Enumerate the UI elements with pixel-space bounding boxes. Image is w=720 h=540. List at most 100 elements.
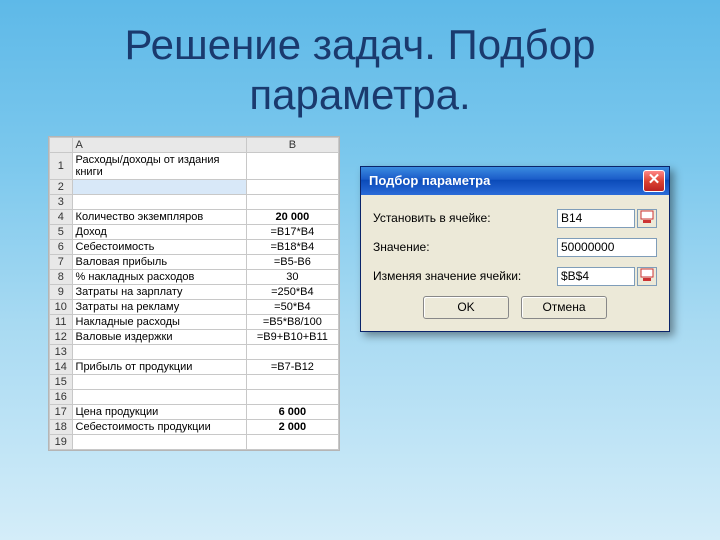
cell-a[interactable] bbox=[72, 344, 246, 359]
cell-b[interactable]: =B5-B6 bbox=[246, 254, 338, 269]
table-row: 5Доход=B17*B4 bbox=[50, 224, 339, 239]
row-header[interactable]: 3 bbox=[50, 194, 73, 209]
table-row: 3 bbox=[50, 194, 339, 209]
cell-b[interactable] bbox=[246, 194, 338, 209]
cell-a[interactable]: % накладных расходов bbox=[72, 269, 246, 284]
cell-a[interactable]: Цена продукции bbox=[72, 404, 246, 419]
cell-b[interactable] bbox=[246, 152, 338, 179]
cell-a[interactable]: Доход bbox=[72, 224, 246, 239]
content-area: A B 1Расходы/доходы от издания книги234К… bbox=[0, 136, 720, 536]
row-header[interactable]: 12 bbox=[50, 329, 73, 344]
cell-b[interactable] bbox=[246, 434, 338, 449]
spreadsheet: A B 1Расходы/доходы от издания книги234К… bbox=[48, 136, 340, 451]
table-row: 10Затраты на рекламу=50*B4 bbox=[50, 299, 339, 314]
goal-seek-dialog: Подбор параметра ✕ Установить в ячейке: … bbox=[360, 166, 670, 332]
table-row: 2 bbox=[50, 179, 339, 194]
cell-b[interactable] bbox=[246, 179, 338, 194]
cell-b[interactable]: 2 000 bbox=[246, 419, 338, 434]
table-row: 12Валовые издержки=B9+B10+B11 bbox=[50, 329, 339, 344]
cell-a[interactable]: Накладные расходы bbox=[72, 314, 246, 329]
refpicker-set-cell[interactable] bbox=[637, 209, 657, 228]
row-header[interactable]: 19 bbox=[50, 434, 73, 449]
table-row: 9Затраты на зарплату=250*B4 bbox=[50, 284, 339, 299]
row-header[interactable]: 4 bbox=[50, 209, 73, 224]
row-header[interactable]: 5 bbox=[50, 224, 73, 239]
cell-b[interactable] bbox=[246, 389, 338, 404]
cell-b[interactable]: =50*B4 bbox=[246, 299, 338, 314]
table-row: 13 bbox=[50, 344, 339, 359]
table-row: 19 bbox=[50, 434, 339, 449]
row-header[interactable]: 17 bbox=[50, 404, 73, 419]
spreadsheet-table: A B 1Расходы/доходы от издания книги234К… bbox=[49, 137, 339, 450]
row-header[interactable]: 1 bbox=[50, 152, 73, 179]
cell-a[interactable] bbox=[72, 389, 246, 404]
corner-cell[interactable] bbox=[50, 137, 73, 152]
table-row: 16 bbox=[50, 389, 339, 404]
input-value[interactable] bbox=[557, 238, 657, 257]
ok-button[interactable]: OK bbox=[423, 296, 509, 319]
cell-a[interactable]: Прибыль от продукции bbox=[72, 359, 246, 374]
table-row: 1Расходы/доходы от издания книги bbox=[50, 152, 339, 179]
table-row: 6Себестоимость=B18*B4 bbox=[50, 239, 339, 254]
row-header[interactable]: 6 bbox=[50, 239, 73, 254]
row-header[interactable]: 10 bbox=[50, 299, 73, 314]
cell-a[interactable]: Валовые издержки bbox=[72, 329, 246, 344]
dialog-titlebar[interactable]: Подбор параметра ✕ bbox=[361, 167, 669, 195]
label-set-cell: Установить в ячейке: bbox=[373, 211, 557, 225]
cell-a[interactable]: Затраты на зарплату bbox=[72, 284, 246, 299]
row-header[interactable]: 8 bbox=[50, 269, 73, 284]
cell-a[interactable] bbox=[72, 179, 246, 194]
cell-b[interactable]: 20 000 bbox=[246, 209, 338, 224]
row-set-cell: Установить в ячейке: bbox=[373, 209, 657, 228]
row-header[interactable]: 9 bbox=[50, 284, 73, 299]
row-header[interactable]: 7 bbox=[50, 254, 73, 269]
cell-a[interactable]: Количество экземпляров bbox=[72, 209, 246, 224]
row-header[interactable]: 14 bbox=[50, 359, 73, 374]
col-header-a[interactable]: A bbox=[72, 137, 246, 152]
table-row: 7Валовая прибыль=B5-B6 bbox=[50, 254, 339, 269]
row-header[interactable]: 15 bbox=[50, 374, 73, 389]
cell-b[interactable] bbox=[246, 374, 338, 389]
table-row: 11Накладные расходы=B5*B8/100 bbox=[50, 314, 339, 329]
cell-a[interactable] bbox=[72, 434, 246, 449]
table-row: 4Количество экземпляров20 000 bbox=[50, 209, 339, 224]
cell-b[interactable] bbox=[246, 344, 338, 359]
cell-a[interactable]: Валовая прибыль bbox=[72, 254, 246, 269]
collapse-dialog-icon bbox=[640, 210, 654, 227]
row-change-cell: Изменяя значение ячейки: bbox=[373, 267, 657, 286]
cell-b[interactable]: =B9+B10+B11 bbox=[246, 329, 338, 344]
label-change-cell: Изменяя значение ячейки: bbox=[373, 269, 557, 283]
cell-a[interactable]: Расходы/доходы от издания книги bbox=[72, 152, 246, 179]
cell-b[interactable]: =B5*B8/100 bbox=[246, 314, 338, 329]
cancel-button[interactable]: Отмена bbox=[521, 296, 607, 319]
cell-a[interactable]: Себестоимость bbox=[72, 239, 246, 254]
col-header-b[interactable]: B bbox=[246, 137, 338, 152]
cell-b[interactable]: =B17*B4 bbox=[246, 224, 338, 239]
dialog-title: Подбор параметра bbox=[369, 173, 643, 188]
close-button[interactable]: ✕ bbox=[643, 170, 665, 192]
row-header[interactable]: 13 bbox=[50, 344, 73, 359]
cell-b[interactable]: =B7-B12 bbox=[246, 359, 338, 374]
cell-a[interactable] bbox=[72, 194, 246, 209]
input-set-cell[interactable] bbox=[557, 209, 635, 228]
slide-title: Решение задач. Подбор параметра. bbox=[0, 0, 720, 136]
cell-b[interactable]: 6 000 bbox=[246, 404, 338, 419]
refpicker-change-cell[interactable] bbox=[637, 267, 657, 286]
row-header[interactable]: 11 bbox=[50, 314, 73, 329]
row-header[interactable]: 2 bbox=[50, 179, 73, 194]
cell-a[interactable]: Затраты на рекламу bbox=[72, 299, 246, 314]
table-row: 14Прибыль от продукции=B7-B12 bbox=[50, 359, 339, 374]
row-header[interactable]: 16 bbox=[50, 389, 73, 404]
cell-b[interactable]: =B18*B4 bbox=[246, 239, 338, 254]
cell-a[interactable]: Себестоимость продукции bbox=[72, 419, 246, 434]
dialog-body: Установить в ячейке: Значение: Изменяя з… bbox=[361, 195, 669, 331]
table-row: 8% накладных расходов30 bbox=[50, 269, 339, 284]
dialog-buttons: OK Отмена bbox=[373, 296, 657, 319]
row-header[interactable]: 18 bbox=[50, 419, 73, 434]
cell-a[interactable] bbox=[72, 374, 246, 389]
row-value: Значение: bbox=[373, 238, 657, 257]
cell-b[interactable]: =250*B4 bbox=[246, 284, 338, 299]
cell-b[interactable]: 30 bbox=[246, 269, 338, 284]
table-row: 15 bbox=[50, 374, 339, 389]
input-change-cell[interactable] bbox=[557, 267, 635, 286]
